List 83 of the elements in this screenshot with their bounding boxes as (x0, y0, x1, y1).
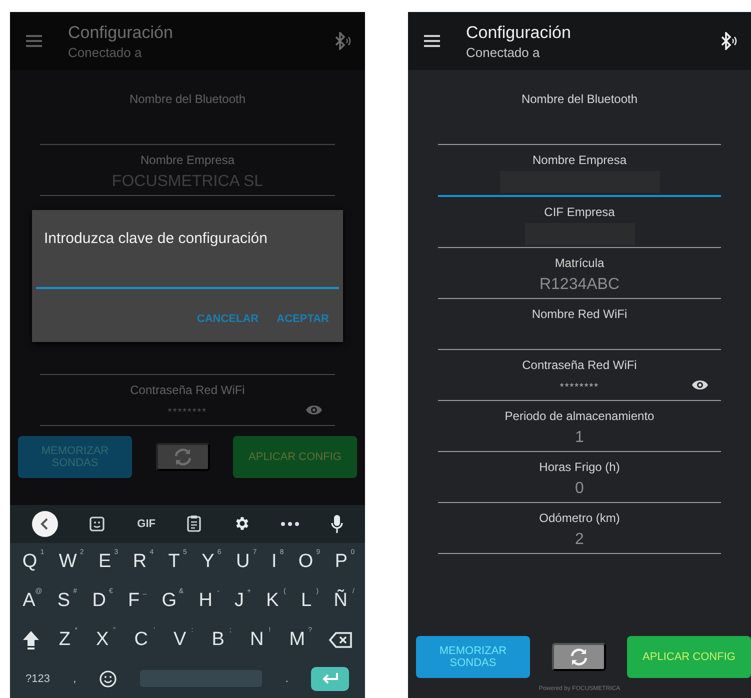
key[interactable]: F $^{_}$ (126, 590, 147, 612)
key[interactable]: P $^{0}$ (332, 551, 355, 574)
menu-button[interactable] (424, 35, 440, 47)
enter-icon (321, 672, 340, 685)
emoji-key[interactable] (99, 670, 118, 688)
refresh-icon (172, 448, 192, 466)
smiley-icon (99, 670, 118, 688)
refresh-button[interactable] (552, 643, 606, 671)
key[interactable]: ?123 (26, 672, 50, 685)
mic-icon (331, 514, 344, 533)
key[interactable]: M $^{?}$ (287, 628, 312, 651)
key[interactable]: N $^{!}$ (248, 628, 271, 651)
key[interactable]: V $^{:}$ (171, 628, 194, 651)
bluetooth-icon (333, 32, 351, 50)
field-label: Contraseña Red WiFi (522, 357, 637, 374)
key[interactable]: G$^{&}$ (160, 590, 184, 612)
backspace-icon (328, 632, 353, 648)
gif-button[interactable]: GIF (137, 518, 156, 530)
connection-status: Conectado a (68, 44, 143, 60)
key[interactable]: Ñ $^{/}$ (332, 590, 354, 612)
key[interactable]: Z $^{*}$ (56, 628, 78, 651)
key[interactable]: A$^{@}$ (20, 590, 42, 612)
sticker-icon (89, 516, 106, 532)
menu-icon (26, 35, 42, 47)
field-value: R1234ABC (539, 276, 620, 294)
screen-title: Configuración (68, 22, 174, 42)
field-label: Periodo de almacenamiento (504, 408, 654, 425)
menu-icon (424, 35, 440, 47)
clipboard-button[interactable] (187, 515, 202, 532)
shift-key[interactable] (22, 630, 40, 650)
key[interactable]: , (73, 672, 76, 685)
bluetooth-icon (719, 32, 737, 50)
key[interactable]: . (285, 672, 288, 685)
key[interactable]: Q $^{1}$ (20, 551, 44, 574)
eye-icon (305, 404, 323, 416)
dialog-title: Introduzca clave de configuración (44, 230, 268, 247)
screen-title: Configuración (466, 22, 572, 42)
key[interactable]: T $^{5}$ (166, 551, 187, 574)
clipboard-icon (187, 515, 202, 532)
key[interactable]: J$^{+}$ (232, 590, 252, 612)
key[interactable]: I $^{8}$ (269, 551, 284, 574)
key[interactable]: K $^{(}$ (264, 590, 286, 612)
field-label: Nombre del Bluetooth (521, 91, 638, 108)
back-button[interactable] (32, 510, 58, 537)
key[interactable]: B $^{;}$ (210, 628, 232, 651)
key[interactable]: W $^{2}$ (56, 551, 84, 574)
field-label: Nombre Empresa (140, 152, 235, 169)
refresh-icon (568, 648, 588, 666)
key[interactable]: E $^{3}$ (96, 551, 118, 574)
mic-button[interactable] (331, 514, 344, 533)
field-label: Matrícula (554, 255, 604, 272)
field-label: Horas Frigo (h) (539, 459, 620, 476)
key[interactable]: D $^{€}$ (90, 590, 113, 612)
connection-status: Conectado a (466, 44, 541, 60)
password-value: ******** (560, 382, 600, 392)
field-label: Odómetro (km) (539, 510, 620, 527)
password-value: ******** (168, 406, 208, 418)
enter-key[interactable] (311, 666, 350, 691)
field-label: Nombre del Bluetooth (129, 91, 246, 108)
field-value: 1 (575, 429, 584, 447)
key[interactable]: O $^{9}$ (296, 551, 320, 574)
chevron-left-icon (40, 518, 50, 530)
field-label: CIF Empresa (544, 204, 615, 221)
key[interactable]: Y $^{6}$ (200, 551, 222, 574)
key[interactable]: S $^{#}$ (55, 590, 78, 612)
backspace-key[interactable] (328, 632, 353, 648)
key[interactable]: C $^{'}$ (132, 628, 155, 651)
key[interactable]: H $^{-}$ (196, 590, 220, 612)
key[interactable]: L $^{)}$ (298, 590, 319, 612)
field-label: Nombre Red WiFi (532, 306, 628, 323)
key[interactable]: U $^{7}$ (234, 551, 257, 574)
more-icon (281, 522, 300, 526)
field-label: Contraseña Red WiFi (130, 382, 245, 399)
key[interactable]: R $^{4}$ (130, 551, 154, 574)
field-value: 0 (575, 480, 584, 498)
field-label: Nombre Empresa (532, 152, 627, 169)
eye-icon (691, 379, 709, 391)
sticker-button[interactable] (89, 516, 106, 532)
bluetooth-button[interactable] (719, 32, 737, 50)
field-value: 2 (575, 531, 584, 549)
more-button[interactable] (281, 522, 300, 526)
key[interactable]: X $^{"}$ (94, 628, 116, 651)
shift-icon (22, 630, 40, 650)
